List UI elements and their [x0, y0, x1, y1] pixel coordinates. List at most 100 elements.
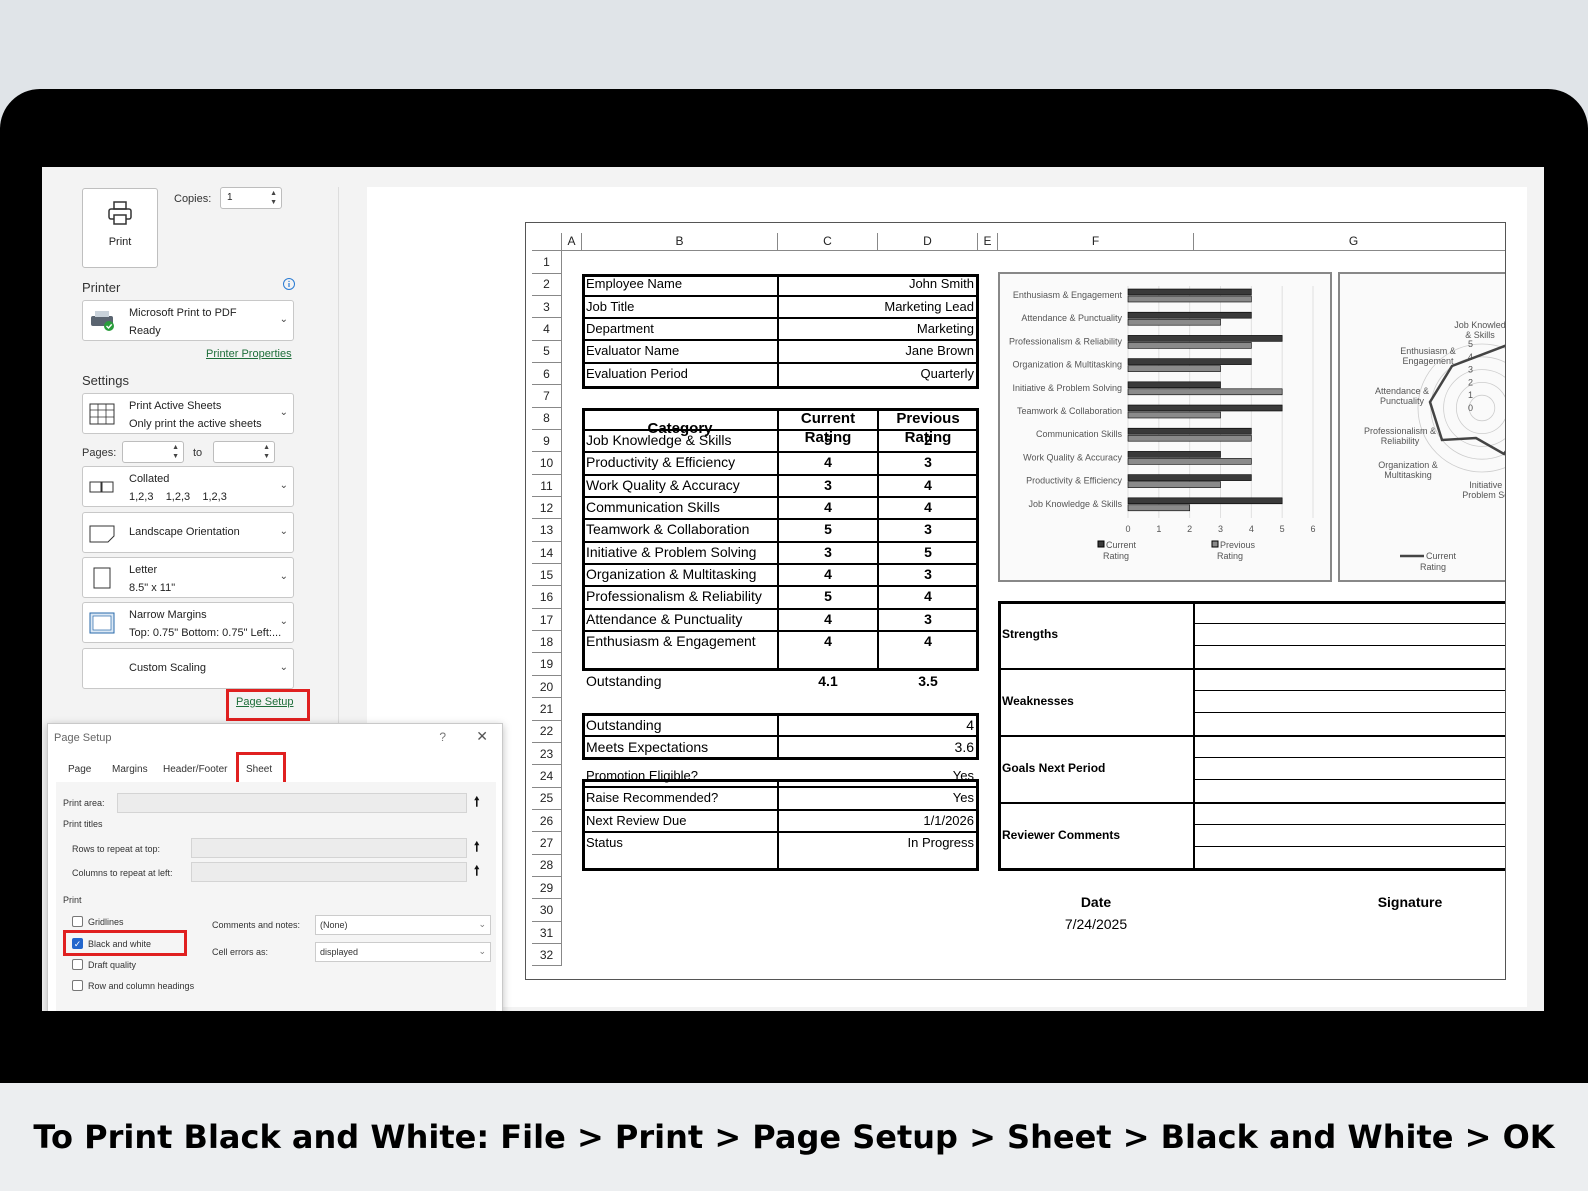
cell-errors-select[interactable]: displayed ⌄ [315, 942, 491, 962]
printer-properties-link[interactable]: Printer Properties [206, 348, 292, 360]
column-header: E [978, 233, 998, 251]
row-header: 30 [532, 899, 562, 922]
orientation-select[interactable]: Landscape Orientation ⌄ [82, 512, 294, 553]
radar-axis-label-2: Reliability [1381, 436, 1420, 446]
signature-label: Signature [1377, 894, 1443, 910]
notes-label: Strengths [1002, 627, 1059, 641]
printer-status-icon [91, 311, 114, 331]
row-header: 2 [532, 273, 562, 296]
instruction-caption: To Print Black and White: File > Print >… [0, 1083, 1588, 1191]
table-row-divider [582, 735, 979, 737]
chevron-down-icon: ⌄ [478, 919, 486, 929]
row-header: 8 [532, 407, 562, 430]
radar-tick: 0 [1468, 403, 1473, 413]
row-header: 22 [532, 720, 562, 743]
row-header: 7 [532, 385, 562, 408]
margins-select[interactable]: Narrow Margins Top: 0.75" Bottom: 0.75" … [82, 602, 294, 643]
row-header: 28 [532, 854, 562, 877]
table-row-divider [582, 786, 979, 789]
printer-name: Microsoft Print to PDF [129, 307, 237, 319]
info-icon[interactable] [282, 277, 296, 291]
status-value: In Progress [907, 835, 974, 851]
table-row-divider [582, 361, 979, 364]
rating-category: Attendance & Punctuality [586, 610, 743, 627]
bar-previous [1127, 458, 1252, 465]
table-row-divider [582, 607, 979, 610]
highlight-page-setup [226, 689, 310, 721]
x-tick-label: 3 [1218, 524, 1223, 534]
rating-previous: 5 [924, 543, 932, 560]
table-row-divider [582, 540, 979, 543]
table-row-divider [582, 831, 979, 834]
rows-repeat-input[interactable] [191, 838, 467, 858]
copies-input[interactable]: 1 ▲ ▼ [220, 187, 282, 209]
bar-previous [1127, 365, 1221, 372]
copies-value: 1 [227, 192, 233, 203]
y-category-label: Job Knowledge & Skills [1028, 499, 1122, 509]
radar-legend-2: Rating [1420, 562, 1446, 572]
y-category-label: Initiative & Problem Solving [1012, 383, 1122, 393]
pages-to-input[interactable]: ▲ ▼ [213, 441, 275, 463]
bar-current [1127, 288, 1252, 296]
print-area-label: Print area: [63, 798, 105, 808]
printer-select[interactable]: Microsoft Print to PDF Ready ⌄ [82, 300, 294, 341]
paper-size-select[interactable]: Letter 8.5" x 11" ⌄ [82, 557, 294, 598]
collapse-arrow-icon[interactable]: 🠕 [474, 838, 480, 860]
overall-label: Outstanding [586, 717, 662, 733]
row-header: 10 [532, 452, 562, 475]
print-area-input[interactable] [117, 793, 467, 813]
row-header: 14 [532, 541, 562, 565]
spin-arrows-icon[interactable]: ▲ ▼ [172, 443, 179, 461]
rating-current: 4 [824, 632, 832, 649]
table-row-divider [582, 562, 979, 565]
row-header: 4 [532, 318, 562, 341]
overall-value: 4 [966, 717, 974, 733]
row-header: 9 [532, 429, 562, 453]
row-header: 21 [532, 698, 562, 721]
table-row-divider [582, 585, 979, 588]
comments-value: (None) [320, 920, 348, 930]
row-header: 15 [532, 563, 562, 587]
row-header: 12 [532, 496, 562, 520]
tab-margins[interactable]: Margins [112, 764, 148, 775]
comments-select[interactable]: (None) ⌄ [315, 915, 491, 935]
draft-label: Draft quality [88, 960, 137, 970]
scaling-select[interactable]: Custom Scaling ⌄ [82, 648, 294, 689]
pages-from-input[interactable]: ▲ ▼ [122, 441, 184, 463]
print-button[interactable]: Print [82, 188, 158, 268]
help-icon[interactable]: ? [439, 730, 446, 744]
rating-category: Productivity & Efficiency [586, 454, 736, 471]
collapse-arrow-icon[interactable]: 🠕 [474, 862, 480, 884]
rating-previous: 3 [924, 565, 932, 582]
info-value: John Smith [908, 276, 974, 292]
spin-arrows-icon[interactable]: ▲ ▼ [263, 443, 270, 461]
spin-arrows-icon[interactable]: ▲ ▼ [270, 189, 277, 207]
row-header: 6 [532, 362, 562, 386]
gridlines-checkbox[interactable] [72, 916, 83, 927]
date-value: 7/24/2025 [1064, 916, 1128, 932]
info-label: Employee Name [586, 276, 683, 292]
rating-current: 5 [824, 588, 832, 605]
row-col-headings-checkbox[interactable] [72, 980, 83, 991]
highlight-black-white [63, 930, 187, 956]
draft-checkbox[interactable] [72, 959, 83, 970]
rating-previous: 3 [924, 521, 932, 538]
status-label: Status [586, 835, 623, 851]
radar-axis-label: Job Knowled [1454, 320, 1506, 330]
tab-page[interactable]: Page [68, 764, 91, 775]
rating-category: Teamwork & Collaboration [586, 521, 750, 538]
collapse-arrow-icon[interactable]: 🠕 [474, 793, 480, 815]
row-header: 17 [532, 608, 562, 632]
close-icon[interactable]: ✕ [476, 728, 488, 745]
cols-repeat-input[interactable] [191, 862, 467, 882]
legend-swatch-current [1097, 540, 1105, 548]
tab-header-footer[interactable]: Header/Footer [163, 764, 227, 775]
row-header: 27 [532, 832, 562, 855]
status-value: Yes [952, 790, 974, 806]
column-header: G [1194, 233, 1505, 251]
collation-select[interactable]: Collated 1,2,3 1,2,3 1,2,3 ⌄ [82, 466, 294, 507]
dialog-body: Print area: 🠕 Print titles Rows to repea… [56, 782, 496, 1011]
x-tick-label: 6 [1310, 524, 1315, 534]
rating-current: 4 [824, 498, 832, 515]
print-what-select[interactable]: Print Active Sheets Only print the activ… [82, 393, 294, 434]
